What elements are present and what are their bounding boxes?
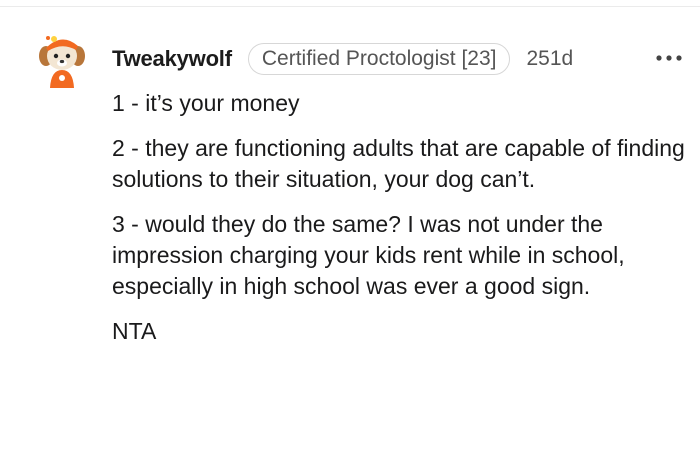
comment-age: 251d bbox=[526, 47, 574, 70]
comment-paragraph: NTA bbox=[112, 318, 157, 344]
comment-body: 1 - it’s your money 2 - they are functio… bbox=[112, 88, 692, 361]
user-flair-badge: Certified Proctologist [23] bbox=[247, 43, 511, 75]
comment-paragraph: 3 - would they do the same? I was not un… bbox=[112, 211, 625, 299]
avatar[interactable] bbox=[34, 30, 90, 88]
more-options-icon[interactable] bbox=[654, 52, 684, 64]
comment-header: Tweakywolf Certified Proctologist [23] 2… bbox=[112, 42, 573, 76]
comment-paragraph: 2 - they are functioning adults that are… bbox=[112, 135, 685, 192]
avatar-dog-icon bbox=[39, 36, 85, 88]
comment: Tweakywolf Certified Proctologist [23] 2… bbox=[0, 0, 700, 456]
comment-paragraph: 1 - it’s your money bbox=[112, 90, 300, 116]
username-link[interactable]: Tweakywolf bbox=[112, 46, 232, 72]
